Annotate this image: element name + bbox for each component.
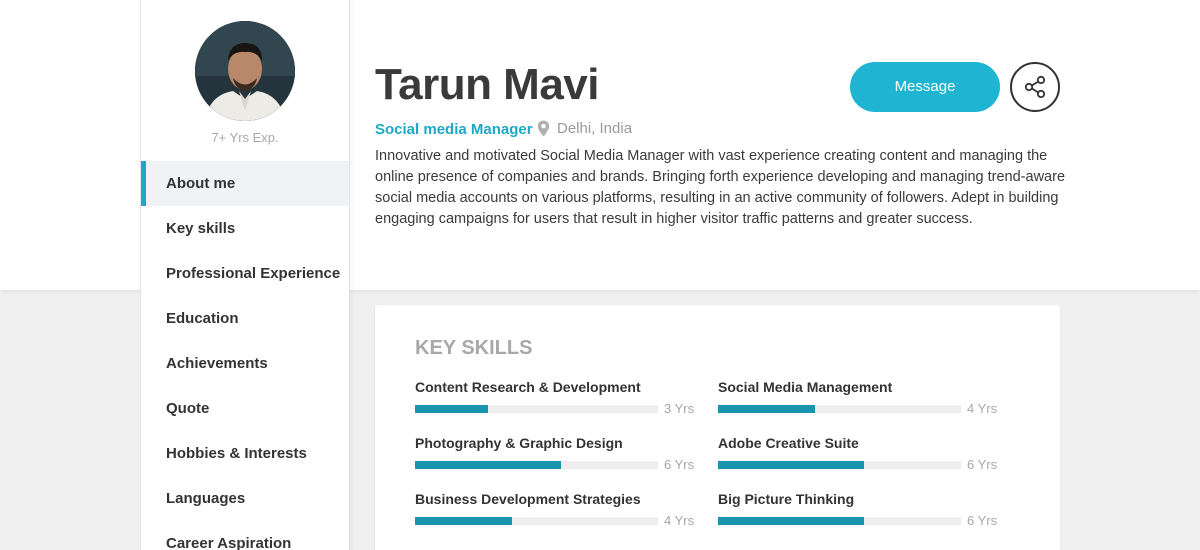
sidebar-item-career-aspiration[interactable]: Career Aspiration [141, 521, 349, 550]
skill-bar-fill [415, 516, 513, 525]
skill-item: Photography & Graphic Design 6 Yrs [415, 435, 695, 472]
skill-name: Photography & Graphic Design [415, 435, 623, 451]
profile-name: Tarun Mavi [375, 60, 600, 109]
key-skills-title: KEY SKILLS [415, 337, 533, 359]
skill-years: 6 Yrs [967, 457, 998, 472]
skill-item: Adobe Creative Suite 6 Yrs [718, 435, 998, 472]
sidebar-nav: About me Key skills Professional Experie… [141, 161, 349, 550]
skill-bar-track [718, 404, 961, 413]
skill-name: Content Research & Development [415, 379, 641, 395]
sidebar-item-education[interactable]: Education [141, 296, 349, 341]
skill-name: Business Development Strategies [415, 491, 641, 507]
profile-bio: Innovative and motivated Social Media Ma… [375, 148, 1066, 227]
skill-bar-fill [718, 404, 816, 413]
message-button[interactable]: Message [850, 62, 1000, 112]
skill-years: 4 Yrs [967, 401, 998, 416]
avatar-photo [195, 21, 295, 121]
skill-bar-fill [718, 460, 864, 469]
skill-bar-track [718, 516, 961, 525]
sidebar-item-professional-experience[interactable]: Professional Experience [141, 251, 349, 296]
skill-years: 4 Yrs [664, 513, 695, 528]
avatar [195, 21, 295, 121]
experience-label: 7+ Yrs Exp. [211, 130, 279, 145]
sidebar-item-quote[interactable]: Quote [141, 386, 349, 431]
sidebar-item-achievements[interactable]: Achievements [141, 341, 349, 386]
skill-item: Content Research & Development 3 Yrs [415, 379, 695, 416]
skill-bar-track [415, 516, 658, 525]
skill-bar-track [415, 460, 658, 469]
sidebar-item-key-skills[interactable]: Key skills [141, 206, 349, 251]
skill-years: 3 Yrs [664, 401, 695, 416]
sidebar-item-languages[interactable]: Languages [141, 476, 349, 521]
profile-role: Social media Manager [375, 121, 533, 138]
skill-bar-fill [415, 460, 561, 469]
skill-item: Business Development Strategies 4 Yrs [415, 491, 695, 528]
skill-bar-track [718, 460, 961, 469]
sidebar-item-hobbies[interactable]: Hobbies & Interests [141, 431, 349, 476]
skill-bar-fill [718, 516, 864, 525]
skill-item: Big Picture Thinking 6 Yrs [718, 491, 998, 528]
profile-sidebar: 7+ Yrs Exp. About me Key skills Professi… [140, 0, 350, 550]
skill-bar-fill [415, 404, 488, 413]
skill-years: 6 Yrs [967, 513, 998, 528]
skill-name: Big Picture Thinking [718, 491, 855, 507]
skill-name: Social Media Management [718, 379, 893, 395]
share-button[interactable] [1010, 62, 1060, 112]
skill-years: 6 Yrs [664, 457, 695, 472]
skill-name: Adobe Creative Suite [718, 435, 859, 451]
location-pin-icon [537, 120, 550, 137]
key-skills-card: KEY SKILLS Content Research & Developmen… [375, 305, 1060, 550]
profile-location: Delhi, India [537, 120, 632, 137]
location-text: Delhi, India [557, 120, 633, 137]
share-icon [1024, 75, 1046, 99]
skill-item: Social Media Management 4 Yrs [718, 379, 998, 416]
sidebar-item-about-me[interactable]: About me [141, 161, 349, 206]
skill-bar-track [415, 404, 658, 413]
